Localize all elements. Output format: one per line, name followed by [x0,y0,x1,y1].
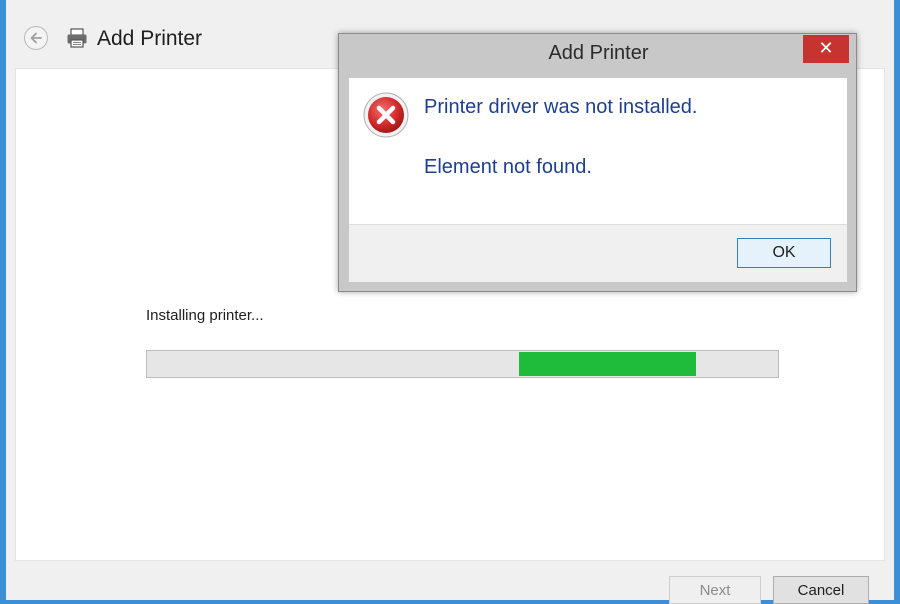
error-detail: Element not found. [424,156,592,178]
error-icon [363,92,409,138]
wizard-footer: Next Cancel [6,561,894,604]
progress-fill [519,352,696,376]
dialog-title: Add Printer [548,42,649,64]
progress-bar [146,350,779,378]
printer-icon [67,28,87,48]
ok-button[interactable]: OK [737,238,831,268]
close-button[interactable]: ✕ [803,35,849,63]
error-dialog: Add Printer ✕ Printer driver was not ins… [338,33,857,292]
dialog-footer: OK [349,224,847,282]
back-arrow-icon [30,32,42,44]
wizard-title: Add Printer [97,27,203,50]
dialog-body: Printer driver was not installed. Elemen… [349,78,847,224]
back-button[interactable] [24,26,48,50]
error-message: Printer driver was not installed. [424,96,698,118]
status-text: Installing printer... [146,307,264,324]
